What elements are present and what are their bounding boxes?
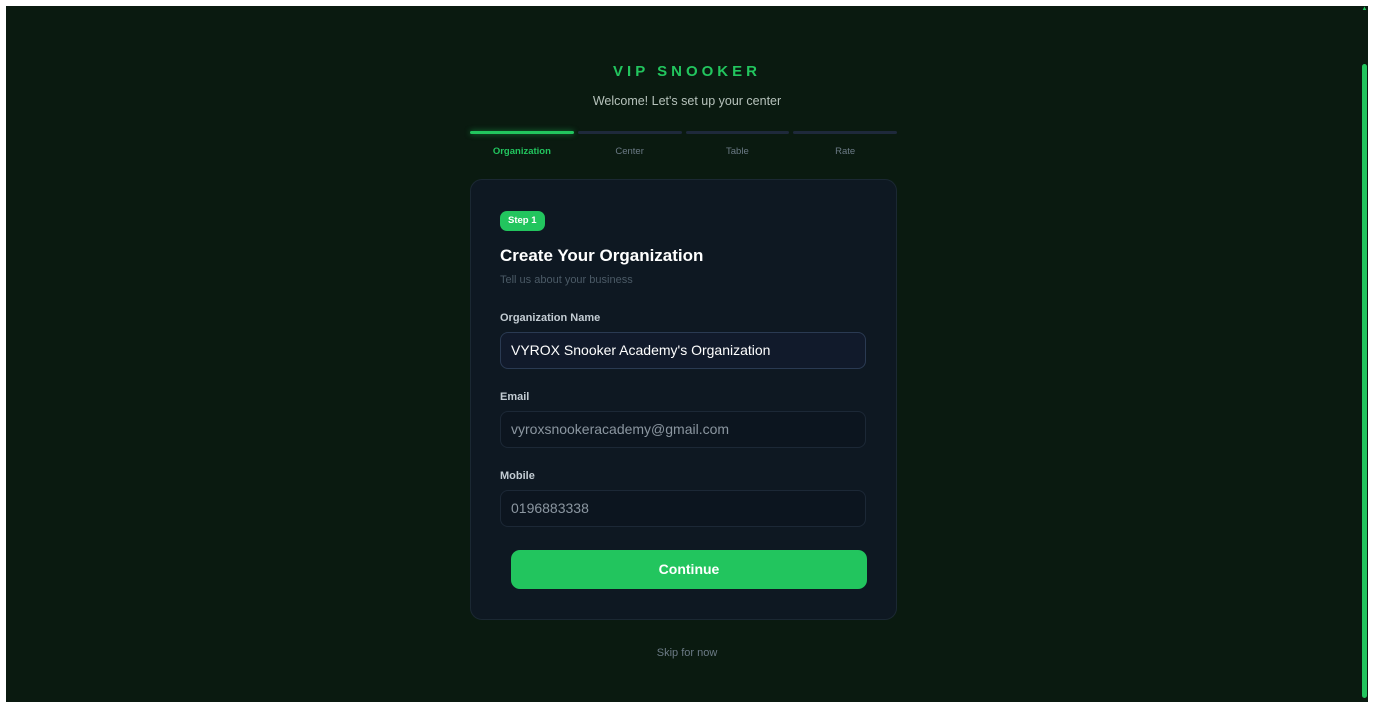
step-label: Organization (492, 146, 551, 157)
step-badge: Step 1 (500, 211, 545, 231)
step-table[interactable]: Table (685, 131, 790, 157)
step-center[interactable]: Center (577, 131, 682, 157)
email-input[interactable]: vyroxsnookeracademy@gmail.com (500, 411, 866, 448)
triangle-up-icon[interactable]: ▲ (1361, 6, 1368, 12)
step-label: Rate (835, 146, 856, 157)
step-rate[interactable]: Rate (793, 131, 897, 157)
progress-steps: Organization Center Table Rate (470, 131, 897, 157)
form-title: Create Your Organization (500, 246, 704, 265)
scrollbar-thumb[interactable] (1362, 64, 1367, 698)
welcome-subtitle: Welcome! Let's set up your center (592, 94, 782, 108)
form-subtitle: Tell us about your business (500, 274, 633, 286)
email-label: Email (500, 391, 530, 403)
app-viewport: VIP SNOOKER Welcome! Let's set up your c… (6, 6, 1368, 702)
step-label: Table (726, 146, 749, 157)
brand-title: VIP SNOOKER (613, 63, 761, 80)
continue-button[interactable]: Continue (511, 550, 867, 589)
step-label: Center (615, 146, 644, 157)
mobile-input[interactable]: 0196883338 (500, 490, 866, 527)
step-bar (685, 131, 790, 134)
mobile-label: Mobile (500, 470, 535, 482)
step-bar (793, 131, 897, 134)
skip-for-now-link[interactable]: Skip for now (6, 647, 1368, 659)
org-name-label: Organization Name (500, 312, 601, 324)
step-organization[interactable]: Organization (470, 131, 574, 157)
step-bar (470, 131, 574, 134)
organization-form-card: Step 1 Create Your Organization Tell us … (470, 179, 897, 620)
step-bar (577, 131, 682, 134)
org-name-input[interactable]: VYROX Snooker Academy's Organization (500, 332, 866, 369)
